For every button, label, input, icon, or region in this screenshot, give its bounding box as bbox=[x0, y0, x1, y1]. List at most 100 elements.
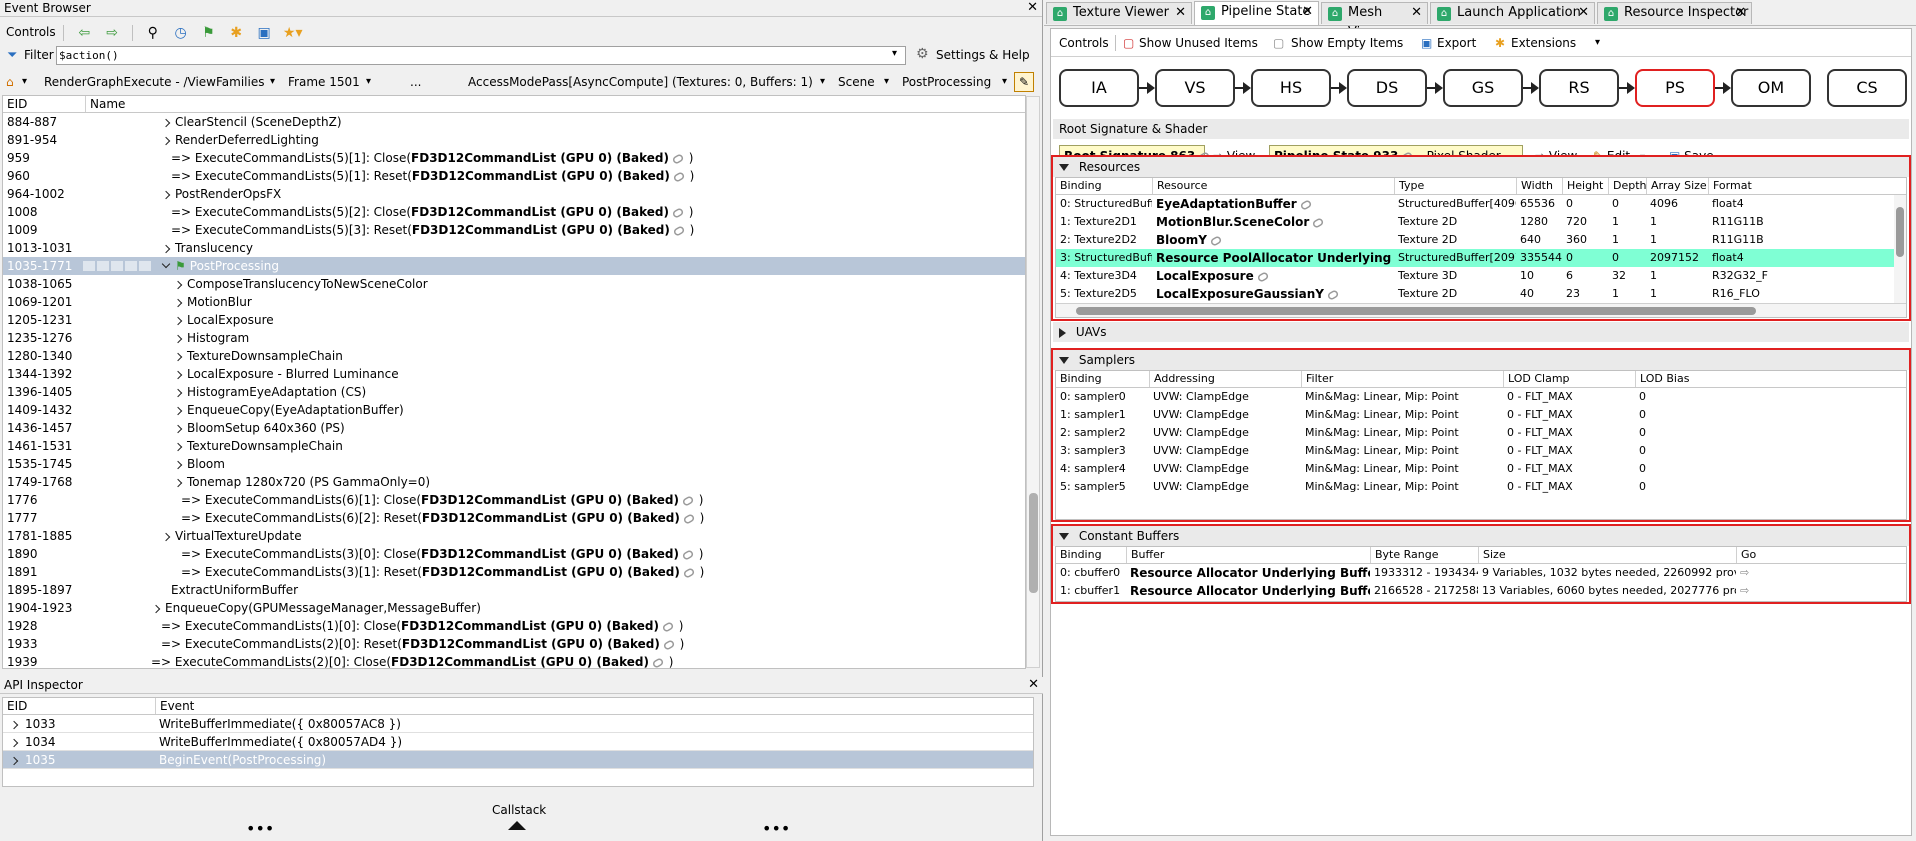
timeline-clock-icon[interactable]: ◷ bbox=[172, 24, 190, 42]
filter-dropdown-icon[interactable]: ▾ bbox=[892, 48, 897, 59]
breadcrumb-dropdown-icon[interactable]: ▾ bbox=[884, 71, 889, 93]
event-row[interactable]: 959 => ExecuteCommandLists(5)[1]: Close(F… bbox=[3, 149, 1025, 167]
more-dots-icon[interactable]: ••• bbox=[762, 819, 790, 838]
col-name-header[interactable]: Name bbox=[85, 96, 1025, 112]
link-icon[interactable] bbox=[681, 548, 695, 561]
expand-chevron-icon[interactable] bbox=[173, 442, 183, 452]
scrollbar-thumb[interactable] bbox=[1029, 493, 1038, 593]
event-row[interactable]: 1069-1201 MotionBlur bbox=[3, 293, 1025, 311]
filter-input[interactable] bbox=[56, 46, 906, 65]
star-dropdown-icon[interactable]: ★▾ bbox=[283, 24, 303, 42]
breadcrumb-item[interactable]: AccessModePass[AsyncCompute] (Textures: … bbox=[468, 71, 813, 93]
event-row[interactable]: 1895-1897 ExtractUniformBuffer bbox=[3, 581, 1025, 599]
event-row[interactable]: 1396-1405 HistogramEyeAdaptation (CS) bbox=[3, 383, 1025, 401]
breadcrumb-dropdown-icon[interactable]: ▾ bbox=[22, 71, 27, 93]
breadcrumb-dropdown-icon[interactable]: ▾ bbox=[820, 71, 825, 93]
link-icon[interactable] bbox=[682, 512, 696, 525]
expand-triangle-icon[interactable] bbox=[1059, 327, 1066, 338]
link-icon[interactable] bbox=[662, 638, 676, 651]
callstack-label[interactable]: Callstack bbox=[492, 803, 546, 817]
event-row[interactable]: 1890 => ExecuteCommandLists(3)[0]: Close(… bbox=[3, 545, 1025, 563]
back-arrow-icon[interactable]: ⇦ bbox=[75, 24, 93, 42]
api-row[interactable]: 1035 BeginEvent(PostProcessing) bbox=[3, 751, 1033, 769]
tab-mesh-viewer[interactable]: ⌂Mesh Viewer✕ bbox=[1321, 2, 1428, 40]
close-icon[interactable]: ✕ bbox=[1411, 3, 1422, 23]
expand-chevron-icon[interactable] bbox=[151, 604, 161, 614]
breadcrumb-item[interactable]: RenderGraphExecute - /ViewFamilies bbox=[44, 71, 264, 93]
expand-chevron-icon[interactable] bbox=[173, 370, 183, 380]
collapse-chevron-icon[interactable] bbox=[161, 259, 171, 269]
event-row[interactable]: 1009 => ExecuteCommandLists(5)[3]: Reset(… bbox=[3, 221, 1025, 239]
event-row[interactable]: 1904-1923 EnqueueCopy(GPUMessageManager,M… bbox=[3, 599, 1025, 617]
col-event-header[interactable]: Event bbox=[155, 698, 1025, 714]
expand-chevron-icon[interactable] bbox=[161, 136, 171, 146]
expand-chevron-icon[interactable] bbox=[173, 334, 183, 344]
settings-gear-icon[interactable]: ⚙ bbox=[916, 46, 929, 62]
expand-chevron-icon[interactable] bbox=[173, 424, 183, 434]
find-binoculars-icon[interactable]: ⚲ bbox=[144, 24, 162, 42]
stage-ps[interactable]: PS bbox=[1635, 69, 1715, 107]
stage-ia[interactable]: IA bbox=[1059, 69, 1139, 107]
expand-chevron-icon[interactable] bbox=[161, 532, 171, 542]
event-row[interactable]: 884-887 ClearStencil (SceneDepthZ) bbox=[3, 113, 1025, 131]
event-row[interactable]: 1776 => ExecuteCommandLists(6)[1]: Close(… bbox=[3, 491, 1025, 509]
close-icon[interactable]: ✕ bbox=[1735, 3, 1746, 23]
breadcrumb-item[interactable]: Scene bbox=[838, 71, 875, 93]
save-icon[interactable]: ▣ bbox=[255, 24, 273, 42]
expand-chevron-icon[interactable] bbox=[173, 316, 183, 326]
tab-texture-viewer[interactable]: ⌂ Texture Viewer ✕ bbox=[1046, 2, 1192, 24]
expand-chevron-icon[interactable] bbox=[173, 352, 183, 362]
stage-rs[interactable]: RS bbox=[1539, 69, 1619, 107]
home-icon[interactable]: ⌂ bbox=[6, 71, 14, 93]
event-row[interactable]: 1409-1432 EnqueueCopy(EyeAdaptationBuffer… bbox=[3, 401, 1025, 419]
settings-help-button[interactable]: Settings & Help bbox=[936, 48, 1030, 62]
event-row[interactable]: 960 => ExecuteCommandLists(5)[1]: Reset(F… bbox=[3, 167, 1025, 185]
link-icon[interactable] bbox=[671, 206, 685, 219]
event-row[interactable]: 1535-1745 Bloom bbox=[3, 455, 1025, 473]
event-row[interactable]: 1008 => ExecuteCommandLists(5)[2]: Close(… bbox=[3, 203, 1025, 221]
link-icon[interactable] bbox=[671, 152, 685, 165]
expand-chevron-icon[interactable] bbox=[173, 478, 183, 488]
breadcrumb-item[interactable]: Frame 1501 bbox=[288, 71, 360, 93]
breadcrumb-item[interactable]: ... bbox=[410, 71, 421, 93]
expand-chevron-icon[interactable] bbox=[173, 460, 183, 470]
uavs-section-header[interactable]: UAVs bbox=[1053, 322, 1909, 342]
close-icon[interactable]: ✕ bbox=[1302, 2, 1313, 22]
event-row[interactable]: 964-1002 PostRenderOpsFX bbox=[3, 185, 1025, 203]
event-row[interactable]: 1781-1885 VirtualTextureUpdate bbox=[3, 527, 1025, 545]
event-row[interactable]: 891-954 RenderDeferredLighting bbox=[3, 131, 1025, 149]
link-icon[interactable] bbox=[682, 566, 696, 579]
link-icon[interactable] bbox=[651, 656, 665, 668]
api-row[interactable]: 1034 WriteBufferImmediate({ 0x80057AD4 }) bbox=[3, 733, 1033, 751]
callstack-up-icon[interactable] bbox=[508, 821, 526, 830]
stage-cs[interactable]: CS bbox=[1827, 69, 1907, 107]
tab-launch-application[interactable]: ⌂ Launch Application ✕ bbox=[1430, 2, 1595, 24]
stage-hs[interactable]: HS bbox=[1251, 69, 1331, 107]
event-row[interactable]: 1436-1457 BloomSetup 640x360 (PS) bbox=[3, 419, 1025, 437]
close-icon[interactable]: ✕ bbox=[1027, 0, 1038, 16]
expand-chevron-icon[interactable] bbox=[161, 190, 171, 200]
tab-resource-inspector[interactable]: ⌂ Resource Inspector ✕ bbox=[1597, 2, 1752, 24]
event-row[interactable]: 1928 => ExecuteCommandLists(1)[0]: Close(… bbox=[3, 617, 1025, 635]
event-row[interactable]: 1933 => ExecuteCommandLists(2)[0]: Reset(… bbox=[3, 635, 1025, 653]
event-row[interactable]: 1038-1065 ComposeTranslucencyToNewSceneCo… bbox=[3, 275, 1025, 293]
link-icon[interactable] bbox=[681, 494, 695, 507]
edit-pencil-icon[interactable]: ✎ bbox=[1014, 72, 1034, 92]
close-icon[interactable]: ✕ bbox=[1175, 3, 1186, 23]
expand-chevron-icon[interactable] bbox=[173, 280, 183, 290]
forward-arrow-icon[interactable]: ⇨ bbox=[103, 24, 121, 42]
event-row[interactable]: 1205-1231 LocalExposure bbox=[3, 311, 1025, 329]
expand-chevron-icon[interactable] bbox=[173, 406, 183, 416]
event-tree-scrollbar[interactable] bbox=[1026, 96, 1040, 668]
stage-vs[interactable]: VS bbox=[1155, 69, 1235, 107]
col-eid-header[interactable]: EID bbox=[3, 698, 155, 714]
expand-chevron-icon[interactable] bbox=[173, 388, 183, 398]
breadcrumb-item[interactable]: PostProcessing bbox=[902, 71, 991, 93]
expand-chevron-icon[interactable] bbox=[173, 298, 183, 308]
event-row[interactable]: 1939 => ExecuteCommandLists(2)[0]: Close(… bbox=[3, 653, 1025, 668]
event-row[interactable]: 1461-1531 TextureDownsampleChain bbox=[3, 437, 1025, 455]
event-row[interactable]: 1777 => ExecuteCommandLists(6)[2]: Reset(… bbox=[3, 509, 1025, 527]
breadcrumb-dropdown-icon[interactable]: ▾ bbox=[1002, 71, 1007, 93]
stage-gs[interactable]: GS bbox=[1443, 69, 1523, 107]
tab-pipeline-state[interactable]: ⌂ Pipeline State ✕ bbox=[1194, 1, 1319, 25]
